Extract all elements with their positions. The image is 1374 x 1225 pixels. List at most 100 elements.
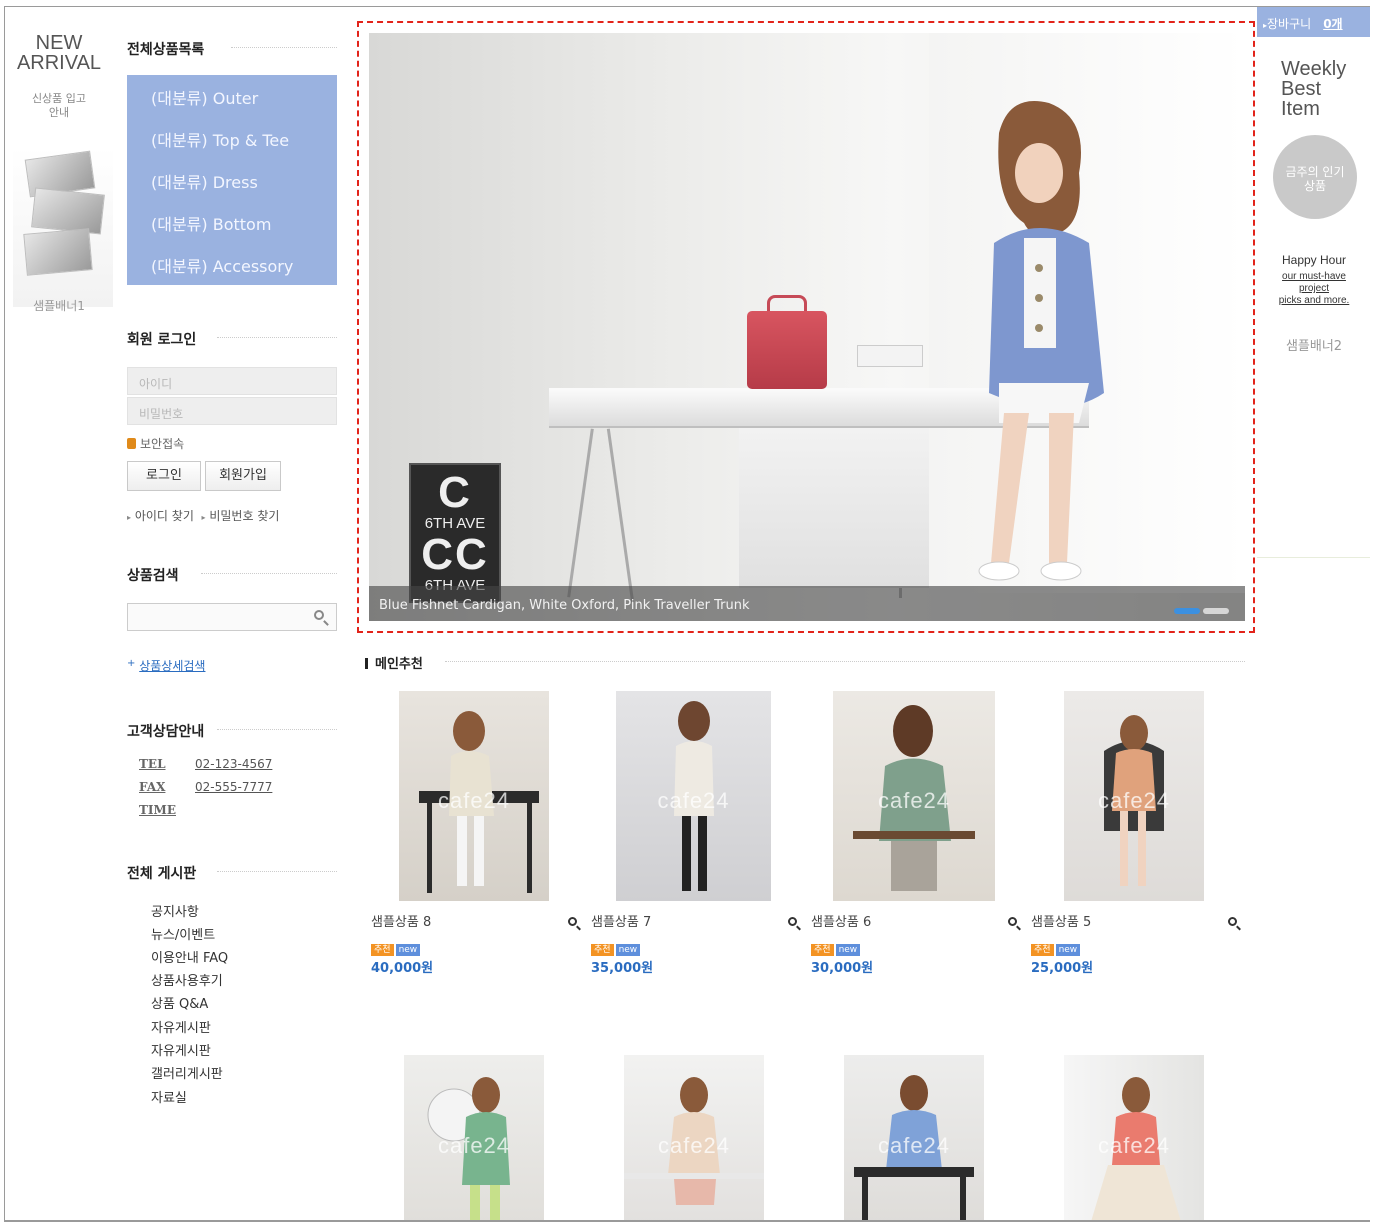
new-arrival-subtitle[interactable]: 신상품 입고 안내: [5, 92, 113, 120]
category-item-outer[interactable]: (대분류) Outer: [151, 85, 258, 109]
id-field[interactable]: 아이디: [127, 367, 337, 395]
watermark: cafe24: [437, 787, 511, 813]
product-image-7[interactable]: cafe24: [616, 691, 771, 901]
tel-value: 02-123-4567: [195, 757, 273, 771]
category-item-top-tee[interactable]: (대분류) Top & Tee: [151, 127, 289, 151]
advanced-search-label: 상품상세검색: [139, 659, 206, 673]
recommend-badge: 추천: [371, 944, 394, 956]
product-image-row2-3[interactable]: cafe24: [844, 1055, 984, 1220]
badges: 추천 new: [1031, 937, 1082, 956]
slider-caption: Blue Fishnet Cardigan, White Oxford, Pin…: [379, 598, 750, 613]
table-leg: [567, 428, 594, 598]
poster-cc: CC: [421, 530, 489, 579]
password-field[interactable]: 비밀번호: [127, 397, 337, 425]
product-price-7: 35,000원: [591, 961, 654, 976]
zoom-icon[interactable]: [1008, 917, 1017, 926]
slide-dot-2[interactable]: [1203, 608, 1229, 614]
sample-banner-2[interactable]: 샘플배너2: [1257, 335, 1370, 354]
page-frame: NEW ARRIVAL 신상품 입고 안내 샘플배너1 전체상품목록 (대분류)…: [4, 6, 1370, 1222]
product-name-7[interactable]: 샘플상품 7: [591, 911, 651, 930]
cs-time: TIME: [139, 803, 195, 817]
board-free[interactable]: 자유게시판: [151, 1017, 211, 1036]
login-title: 회원 로그인: [127, 332, 197, 348]
new-badge: new: [615, 944, 641, 956]
secure-login-toggle[interactable]: 보안접속: [127, 435, 184, 452]
new-badge: new: [835, 944, 861, 956]
watermark: cafe24: [877, 787, 951, 813]
slider-caption-bar: Blue Fishnet Cardigan, White Oxford, Pin…: [369, 586, 1245, 621]
model-figure: [978, 101, 1104, 581]
recommend-badge: 추천: [1031, 944, 1054, 956]
product-image-row2-4[interactable]: cafe24: [1064, 1055, 1204, 1220]
fax-value: 02-555-7777: [195, 780, 273, 794]
poster-c: C: [438, 468, 472, 517]
find-id-link[interactable]: 아이디 찾기: [135, 509, 194, 523]
new-badge: new: [395, 944, 421, 956]
product-image-row2-2[interactable]: cafe24: [624, 1055, 764, 1220]
divider: [201, 573, 337, 574]
board-qna[interactable]: 상품 Q&A: [151, 993, 208, 1012]
category-menu: (대분류) Outer (대분류) Top & Tee (대분류) Dress …: [127, 75, 337, 285]
cc-poster: C 6TH AVE CC 6TH AVE: [409, 463, 501, 603]
search-icon[interactable]: [314, 610, 324, 620]
main-recommend-title: 메인추천: [365, 653, 423, 672]
divider: [217, 337, 337, 338]
board-news-event[interactable]: 뉴스/이벤트: [151, 924, 215, 943]
slider-pagination: [1171, 599, 1229, 618]
category-item-accessory[interactable]: (대분류) Accessory: [151, 253, 293, 277]
search-title: 상품검색: [127, 568, 179, 584]
join-button[interactable]: 회원가입: [205, 461, 281, 491]
cs-title: 고객상담안내: [127, 724, 205, 740]
search-input[interactable]: [127, 603, 337, 631]
board-faq[interactable]: 이용안내 FAQ: [151, 947, 228, 966]
board-notice[interactable]: 공지사항: [151, 901, 199, 920]
main-recommend-label: 메인추천: [375, 657, 423, 672]
cart-link[interactable]: ▸장바구니 0개: [1257, 7, 1370, 37]
product-name-8[interactable]: 샘플상품 8: [371, 911, 431, 930]
board-archive[interactable]: 자료실: [151, 1087, 187, 1106]
watermark: cafe24: [657, 787, 730, 813]
new-arrival-title[interactable]: NEW ARRIVAL: [5, 33, 113, 73]
watermark: cafe24: [437, 1133, 511, 1159]
find-password-link[interactable]: 비밀번호 찾기: [209, 509, 279, 523]
recommend-badge: 추천: [811, 944, 834, 956]
slide-dot-1[interactable]: [1174, 608, 1200, 614]
happy-hour-banner[interactable]: Happy Hour our must-have project picks a…: [1257, 253, 1370, 307]
login-button[interactable]: 로그인: [127, 461, 201, 491]
product-image-6[interactable]: cafe24: [833, 691, 995, 901]
cs-fax: FAX 02-555-7777: [139, 780, 272, 794]
main-slider[interactable]: C 6TH AVE CC 6TH AVE Blue Fishnet Cardig…: [369, 33, 1245, 621]
watermark: cafe24: [1097, 1133, 1171, 1159]
category-item-dress[interactable]: (대분류) Dress: [151, 169, 258, 193]
zoom-icon[interactable]: [788, 917, 797, 926]
happy-hour-subtitle: our must-have project picks and more.: [1278, 271, 1350, 306]
product-image-5[interactable]: cafe24: [1064, 691, 1204, 901]
books: [857, 345, 923, 367]
badges: 추천 new: [371, 937, 422, 956]
watermark: cafe24: [877, 1133, 951, 1159]
category-item-bottom[interactable]: (대분류) Bottom: [151, 211, 271, 235]
table-leg: [606, 428, 635, 603]
advanced-search-link[interactable]: + 상품상세검색: [127, 657, 205, 674]
board-review[interactable]: 상품사용후기: [151, 970, 223, 989]
product-image-8[interactable]: cafe24: [399, 691, 549, 901]
product-image-row2-1[interactable]: cafe24: [404, 1055, 544, 1220]
product-name-5[interactable]: 샘플상품 5: [1031, 911, 1091, 930]
weekly-best-title[interactable]: Weekly Best Item: [1281, 59, 1346, 119]
watermark: cafe24: [657, 1133, 731, 1159]
recommend-badge: 추천: [591, 944, 614, 956]
sample-banner-1[interactable]: 샘플배너1: [5, 297, 113, 314]
zoom-icon[interactable]: [1228, 917, 1237, 926]
product-name-6[interactable]: 샘플상품 6: [811, 911, 871, 930]
board-gallery[interactable]: 갤러리게시판: [151, 1063, 223, 1082]
pink-trunk: [747, 311, 827, 389]
gift-box-image[interactable]: [13, 147, 113, 307]
zoom-icon[interactable]: [568, 917, 577, 926]
secure-label: 보안접속: [140, 437, 185, 451]
badges: 추천 new: [591, 937, 642, 956]
board-free-2[interactable]: 자유게시판: [151, 1040, 211, 1059]
desk-cabinet: [739, 428, 929, 588]
weekly-popular-button[interactable]: 금주의 인기 상품: [1273, 135, 1357, 219]
divider: [217, 729, 337, 730]
watermark: cafe24: [1097, 787, 1171, 813]
